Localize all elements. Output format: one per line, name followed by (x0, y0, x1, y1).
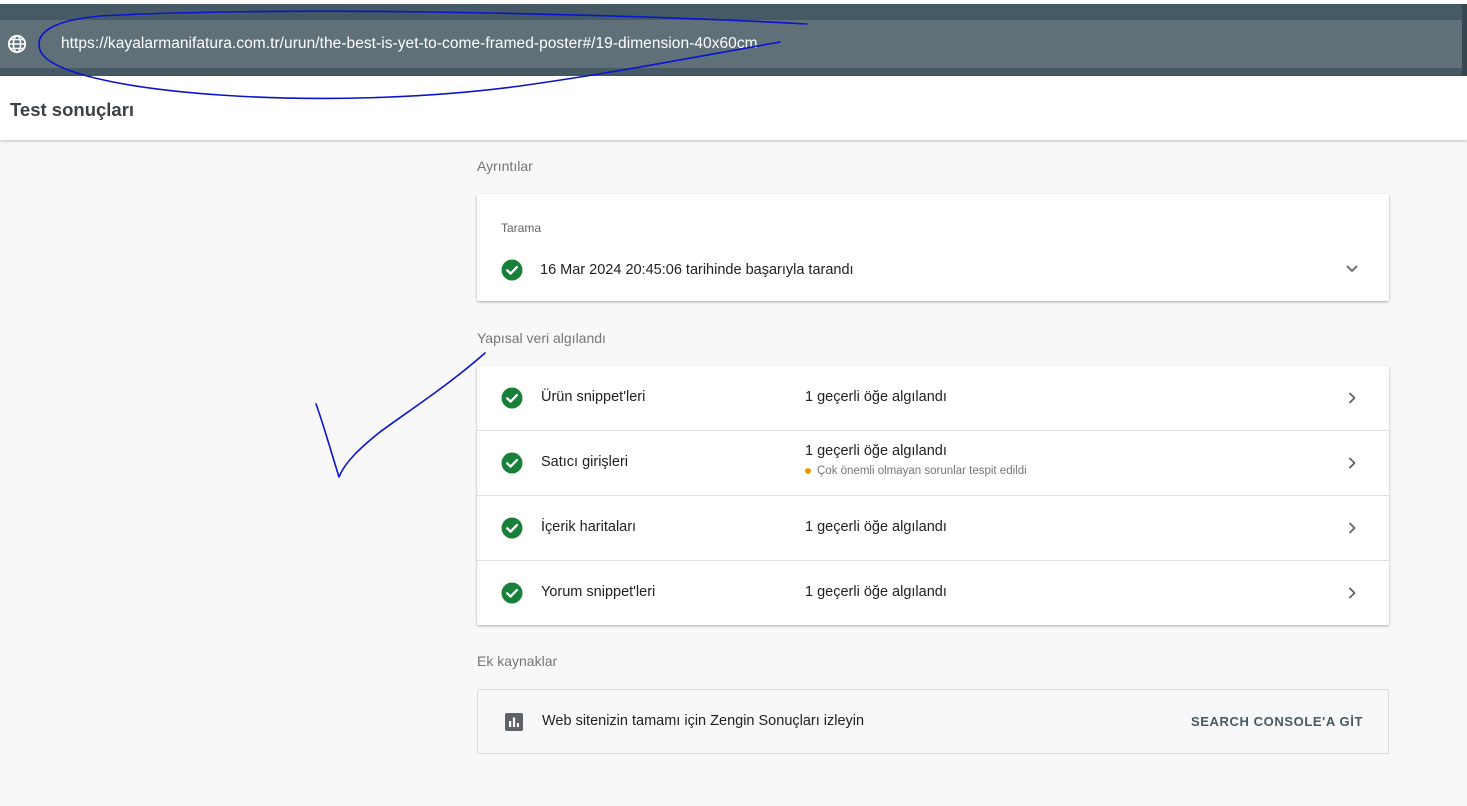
top-bar-edge (1462, 4, 1467, 76)
structured-data-row-review-snippets[interactable]: Yorum snippet'leri 1 geçerli öğe algılan… (477, 560, 1389, 625)
url-text[interactable]: https://kayalarmanifatura.com.tr/urun/th… (61, 35, 758, 53)
row-name: Ürün snippet'leri (541, 389, 646, 405)
check-circle-icon (501, 582, 523, 604)
warning-dot-icon (805, 468, 811, 474)
chevron-right-icon (1349, 522, 1356, 534)
check-circle-icon (501, 517, 523, 539)
bar-chart-icon (505, 713, 523, 731)
row-status: 1 geçerli öğe algılandı (805, 443, 947, 459)
row-warning-text: Çok önemli olmayan sorunlar tespit edild… (817, 465, 1027, 477)
url-bar[interactable]: https://kayalarmanifatura.com.tr/urun/th… (0, 20, 1462, 68)
structured-data-row-product-snippets[interactable]: Ürün snippet'leri 1 geçerli öğe algıland… (477, 366, 1389, 431)
globe-icon (7, 34, 27, 54)
row-status: 1 geçerli öğe algılandı (805, 389, 947, 405)
chevron-right-icon (1349, 587, 1356, 599)
chevron-right-icon (1349, 392, 1356, 404)
top-stripe (0, 0, 1467, 4)
resources-section-label: Ek kaynaklar (477, 653, 558, 669)
resource-text: Web sitenizin tamamı için Zengin Sonuçla… (542, 713, 865, 729)
row-warning: Çok önemli olmayan sorunlar tespit edild… (805, 465, 1027, 477)
crawl-status-text: 16 Mar 2024 20:45:06 tarihinde başarıyla… (540, 262, 854, 278)
row-status: 1 geçerli öğe algılandı (805, 584, 947, 600)
page-title: Test sonuçları (10, 99, 135, 120)
structured-data-row-merchant-listings[interactable]: Satıcı girişleri 1 geçerli öğe algılandı… (477, 430, 1389, 495)
crawl-status-row: 16 Mar 2024 20:45:06 tarihinde başarıyla… (501, 259, 854, 281)
checkmark-scribble (315, 352, 486, 478)
crawl-label: Tarama (501, 221, 542, 235)
search-console-link[interactable]: SEARCH CONSOLE'A GİT (1191, 714, 1363, 729)
structured-data-row-breadcrumbs[interactable]: İçerik haritaları 1 geçerli öğe algıland… (477, 495, 1389, 560)
rich-results-resource-card: Web sitenizin tamamı için Zengin Sonuçla… (477, 689, 1389, 754)
row-name: Yorum snippet'leri (541, 584, 656, 600)
row-name: İçerik haritaları (541, 519, 637, 535)
check-circle-icon (501, 387, 523, 409)
results-header: Test sonuçları (0, 76, 1467, 140)
chevron-right-icon (1349, 457, 1356, 469)
check-circle-icon (501, 452, 523, 474)
structured-data-card: Ürün snippet'leri 1 geçerli öğe algıland… (477, 366, 1389, 625)
row-name: Satıcı girişleri (541, 454, 629, 470)
browser-top-bar: https://kayalarmanifatura.com.tr/urun/th… (0, 0, 1467, 76)
details-section-label: Ayrıntılar (477, 158, 533, 174)
structured-data-section-label: Yapısal veri algılandı (477, 330, 606, 346)
check-circle-icon (501, 259, 523, 281)
row-status: 1 geçerli öğe algılandı (805, 519, 947, 535)
crawl-card[interactable]: Tarama 16 Mar 2024 20:45:06 tarihinde ba… (477, 194, 1389, 301)
chevron-down-icon[interactable] (1345, 262, 1359, 276)
